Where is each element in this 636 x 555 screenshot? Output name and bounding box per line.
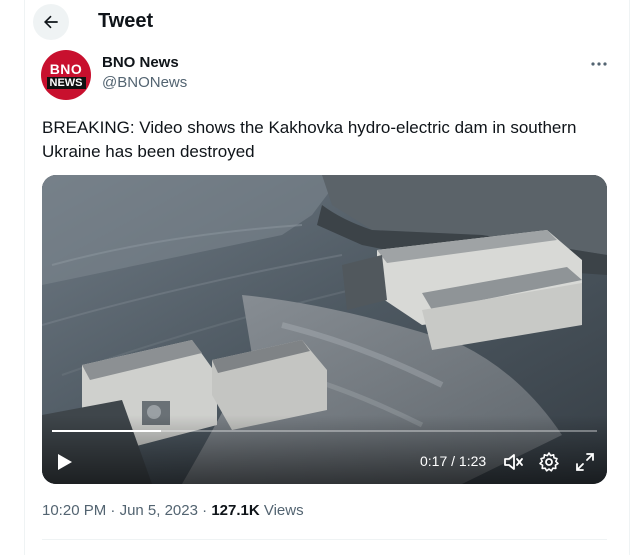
- arrow-left-icon: [44, 15, 58, 29]
- tweet-header: Tweet: [25, 0, 629, 44]
- author-handle[interactable]: @BNONews: [102, 74, 187, 91]
- back-button[interactable]: [33, 4, 69, 40]
- tweet-meta: 10:20 PM · Jun 5, 2023 · 127.1K Views: [42, 502, 304, 519]
- video-player[interactable]: 0:17 / 1:23: [42, 175, 607, 484]
- settings-button[interactable]: [538, 451, 560, 473]
- views-count: 127.1K: [211, 502, 260, 519]
- play-button[interactable]: [54, 451, 76, 473]
- avatar-logo-top: BNO: [49, 60, 83, 77]
- views-label: Views: [259, 502, 304, 519]
- volume-muted-icon: [504, 454, 523, 470]
- meta-separator: ·: [197, 502, 212, 519]
- avatar[interactable]: BNO NEWS: [41, 50, 91, 100]
- video-controls: 0:17 / 1:23: [42, 415, 607, 484]
- meta-separator: ·: [106, 502, 120, 519]
- avatar-logo-bottom: NEWS: [46, 76, 86, 89]
- tweet-date[interactable]: Jun 5, 2023: [120, 502, 198, 519]
- author-name[interactable]: BNO News: [102, 54, 179, 71]
- fullscreen-button[interactable]: [574, 451, 596, 473]
- column-border-right: [629, 0, 630, 555]
- divider: [42, 539, 607, 540]
- gear-icon: [539, 452, 559, 472]
- tweet-time[interactable]: 10:20 PM: [42, 502, 106, 519]
- mute-button[interactable]: [502, 451, 524, 473]
- play-icon: [58, 454, 72, 470]
- video-progress-fill: [52, 430, 161, 432]
- video-progress-bar[interactable]: [52, 430, 597, 432]
- more-button[interactable]: [587, 54, 611, 74]
- page-title: Tweet: [98, 10, 154, 32]
- more-horizontal-icon: [591, 62, 607, 66]
- fullscreen-icon: [576, 453, 594, 471]
- author-row: BNO NEWS BNO News @BNONews: [25, 50, 629, 102]
- tweet-text: BREAKING: Video shows the Kakhovka hydro…: [42, 118, 577, 161]
- video-time: 0:17 / 1:23: [420, 453, 487, 469]
